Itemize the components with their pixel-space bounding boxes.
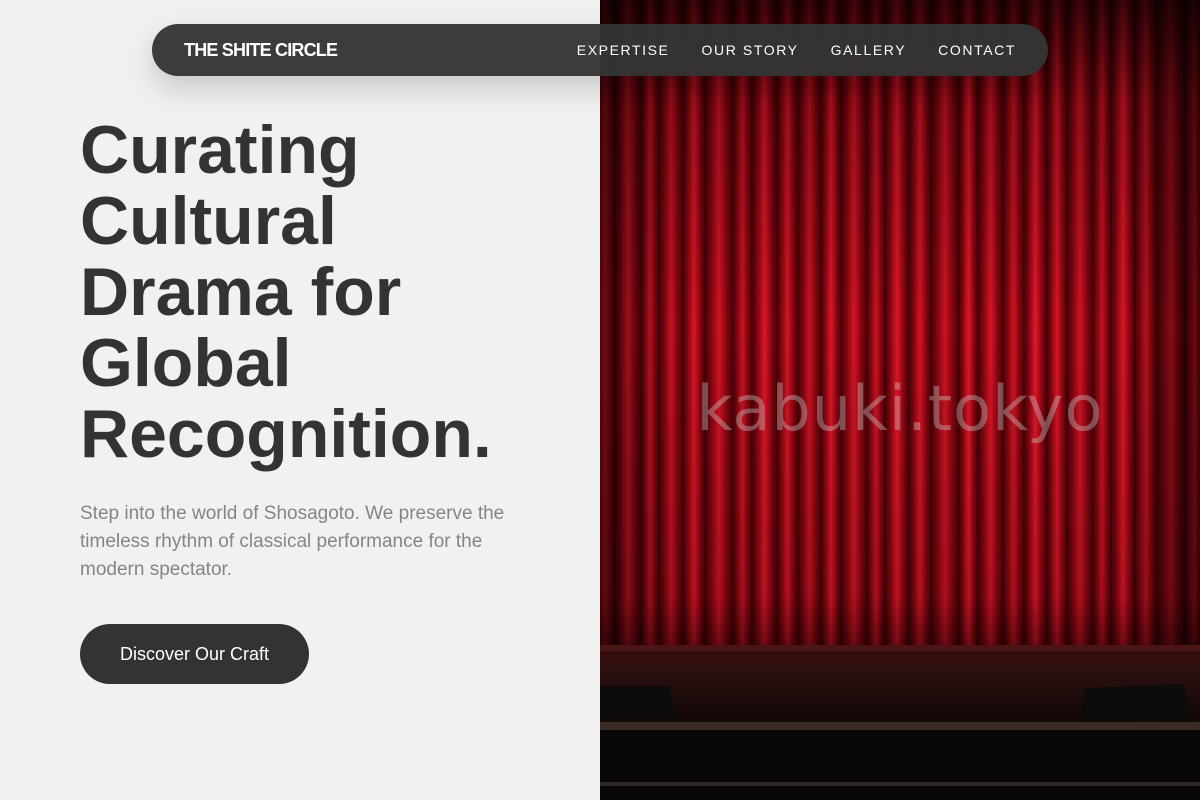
hero-title-line: Recognition. xyxy=(80,396,492,472)
hero-subtitle: Step into the world of Shosagoto. We pre… xyxy=(80,503,505,580)
hero-title-line: Global xyxy=(80,325,292,401)
hero-title-line: Curating xyxy=(80,112,360,188)
discover-our-craft-button[interactable]: Discover Our Craft xyxy=(80,624,309,684)
nav-link-gallery[interactable]: GALLERY xyxy=(831,42,907,58)
nav-link-expertise[interactable]: EXPERTISE xyxy=(577,42,670,58)
hero-title-line: Drama for xyxy=(80,254,402,330)
nav-links: EXPERTISE OUR STORY GALLERY CONTACT xyxy=(545,42,1016,58)
nav-link-our-story[interactable]: OUR STORY xyxy=(702,42,799,58)
brand-logo[interactable]: THE SHITE CIRCLE xyxy=(184,40,338,61)
hero-title-line: Cultural xyxy=(80,183,337,259)
watermark-text: kabuki.tokyo xyxy=(696,372,1104,445)
hero-title: Curating Cultural Drama for Global Recog… xyxy=(80,115,580,470)
nav-link-contact[interactable]: CONTACT xyxy=(938,42,1016,58)
hero-image-stage-curtain: kabuki.tokyo xyxy=(600,0,1200,800)
top-navbar: THE SHITE CIRCLE EXPERTISE OUR STORY GAL… xyxy=(152,24,1048,76)
